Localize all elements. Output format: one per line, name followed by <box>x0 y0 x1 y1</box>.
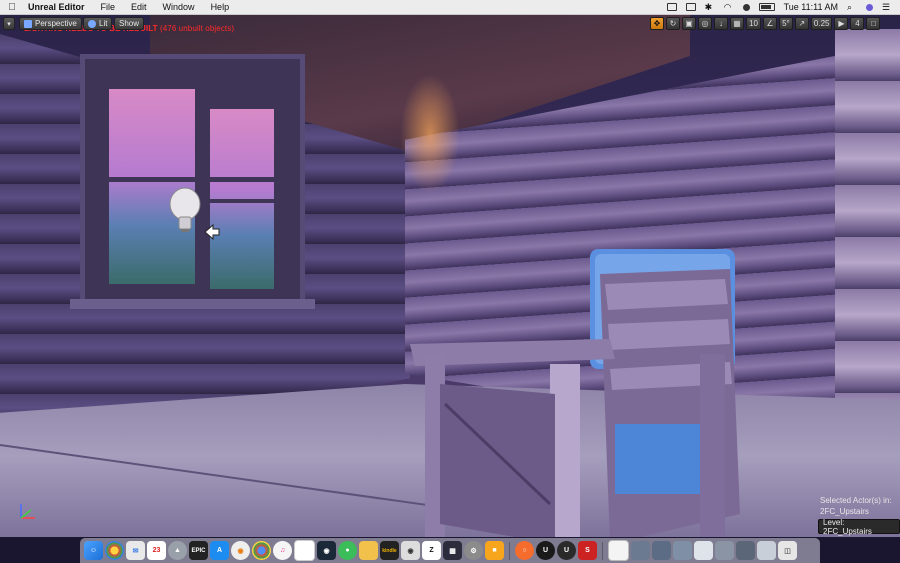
rotation-snap-value[interactable]: 5° <box>778 17 793 30</box>
grid-snap-value[interactable]: 10 <box>746 17 761 30</box>
show-button[interactable]: Show <box>114 17 145 30</box>
wifi-icon[interactable]: ◠ <box>724 3 734 12</box>
window3-icon[interactable] <box>673 541 692 560</box>
blender-icon[interactable]: ◉ <box>231 541 250 560</box>
perspective-button[interactable]: Perspective <box>19 17 82 30</box>
window-transom <box>103 177 278 182</box>
apple-menu-icon[interactable]:  <box>0 2 24 13</box>
world-space-icon[interactable]: ◎ <box>698 17 712 30</box>
surface-snap-icon[interactable]: ↓ <box>714 17 728 30</box>
epic-label: EPIC <box>191 547 206 554</box>
level-viewport[interactable] <box>0 14 900 537</box>
window5-icon[interactable] <box>715 541 734 560</box>
airplay-icon[interactable] <box>685 3 696 11</box>
viewport-options-button[interactable]: ▾ <box>3 17 15 30</box>
menu-window[interactable]: Window <box>155 2 203 12</box>
dock-separator <box>509 541 510 560</box>
wooden-armchair[interactable] <box>410 244 760 537</box>
file-icon[interactable] <box>608 540 629 561</box>
selected-actor-line1: Selected Actor(s) in: <box>820 496 892 505</box>
origin-icon[interactable]: ○ <box>515 541 534 560</box>
spotlight-icon[interactable]: ⌕ <box>847 3 857 12</box>
itunes-icon[interactable]: ♫ <box>273 541 292 560</box>
window4-icon[interactable] <box>694 541 713 560</box>
chrome-icon[interactable] <box>105 541 124 560</box>
steam-icon[interactable]: ◉ <box>317 541 336 560</box>
chevron-down-icon: ▾ <box>7 20 11 28</box>
messages-icon[interactable]: ● <box>338 541 357 560</box>
zbrush-icon[interactable]: Z <box>422 541 441 560</box>
unreal2-icon[interactable]: U <box>557 541 576 560</box>
kindle-icon[interactable]: kindle <box>380 541 399 560</box>
perspective-icon <box>24 19 32 28</box>
menu-file[interactable]: File <box>93 2 124 12</box>
grid-snap-icon[interactable]: ▦ <box>730 17 744 30</box>
notes-icon[interactable] <box>294 540 315 561</box>
finder-icon[interactable]: ☺ <box>84 541 103 560</box>
window6-icon[interactable] <box>736 541 755 560</box>
viewport-toolbar: ▾ Perspective Lit Show ✥ ↻ ▣ ◎ ↓ ▦ 10 ∠ … <box>0 16 900 33</box>
selected-actor-line2: 2FC_Upstairs <box>820 507 869 516</box>
scale-snap-value[interactable]: 0.25 <box>810 17 833 30</box>
camera-speed-value[interactable]: 4 <box>850 17 865 30</box>
perspective-label: Perspective <box>35 19 77 28</box>
corner-light-glow <box>400 74 460 194</box>
show-label: Show <box>119 19 140 28</box>
menu-help[interactable]: Help <box>203 2 238 12</box>
selected-actor-info: Selected Actor(s) in: 2FC_Upstairs <box>820 495 892 517</box>
unreal-icon[interactable]: U <box>536 541 555 560</box>
point-light-icon[interactable] <box>167 187 203 233</box>
window2-icon[interactable] <box>652 541 671 560</box>
rotation-snap-icon[interactable]: ∠ <box>762 17 777 30</box>
kindle-label: kindle <box>382 547 397 554</box>
bluetooth-icon[interactable]: ✱ <box>705 3 715 12</box>
substance-icon[interactable]: S <box>578 541 597 560</box>
camera-speed-icon[interactable]: ▶ <box>834 17 849 30</box>
chrome2-icon[interactable] <box>252 541 271 560</box>
menu-edit[interactable]: Edit <box>123 2 155 12</box>
app-menu[interactable]: Unreal Editor <box>24 2 93 12</box>
folder-icon[interactable] <box>359 541 378 560</box>
select-translate-icon[interactable]: ✥ <box>650 17 664 30</box>
display-icon[interactable] <box>666 3 677 11</box>
lit-icon <box>88 19 96 28</box>
axis-gizmo-icon <box>20 504 35 519</box>
current-level-badge[interactable]: Level: 2FC_Upstairs <box>818 518 900 536</box>
calendar-icon[interactable]: 23 <box>147 541 166 560</box>
rotate-icon[interactable]: ↻ <box>666 17 680 30</box>
window-sill <box>70 299 315 309</box>
trash-icon[interactable]: ◫ <box>778 541 797 560</box>
mac-menubar:  Unreal Editor File Edit Window Help ✱ … <box>0 0 900 15</box>
maximize-viewport-icon[interactable]: □ <box>866 17 881 30</box>
settings-icon[interactable]: ⚙ <box>464 541 483 560</box>
unity-icon[interactable]: ■ <box>485 541 504 560</box>
volume-icon[interactable] <box>742 3 750 11</box>
notification-center-icon[interactable]: ☰ <box>882 3 892 12</box>
lit-label: Lit <box>99 19 108 28</box>
cabin-window[interactable] <box>80 54 305 304</box>
mail-icon[interactable]: ✉ <box>126 541 145 560</box>
app-store-icon[interactable]: A <box>210 541 229 560</box>
window1-icon[interactable] <box>631 541 650 560</box>
dock-separator-2 <box>602 541 603 560</box>
window7-icon[interactable] <box>757 541 776 560</box>
launchpad-icon[interactable]: ▲ <box>168 541 187 560</box>
mac-dock: ☺ ✉ 23 ▲ EPIC A ◉ ♫ ◉ ● kindle ◉ Z ▦ ⚙ ■… <box>80 538 820 563</box>
photoshop-icon[interactable]: ◉ <box>401 541 420 560</box>
menubar-status-area: ✱ ◠ Tue 11:11 AM ⌕ ☰ <box>666 2 900 12</box>
siri-icon[interactable] <box>866 3 873 11</box>
window-transom-right <box>210 199 280 203</box>
transform-toolbar: ✥ ↻ ▣ ◎ ↓ ▦ 10 ∠ 5° ↗ 0.25 ▶ 4 □ <box>650 17 881 31</box>
transform-gizmo-icon[interactable] <box>203 223 221 241</box>
epic-games-icon[interactable]: EPIC <box>189 541 208 560</box>
lit-button[interactable]: Lit <box>83 17 113 30</box>
menubar-clock[interactable]: Tue 11:11 AM <box>784 2 838 12</box>
scale-snap-icon[interactable]: ↗ <box>794 17 809 30</box>
battery-icon[interactable] <box>758 3 775 11</box>
premiere-icon[interactable]: ▦ <box>443 541 462 560</box>
scale-icon[interactable]: ▣ <box>682 17 696 30</box>
